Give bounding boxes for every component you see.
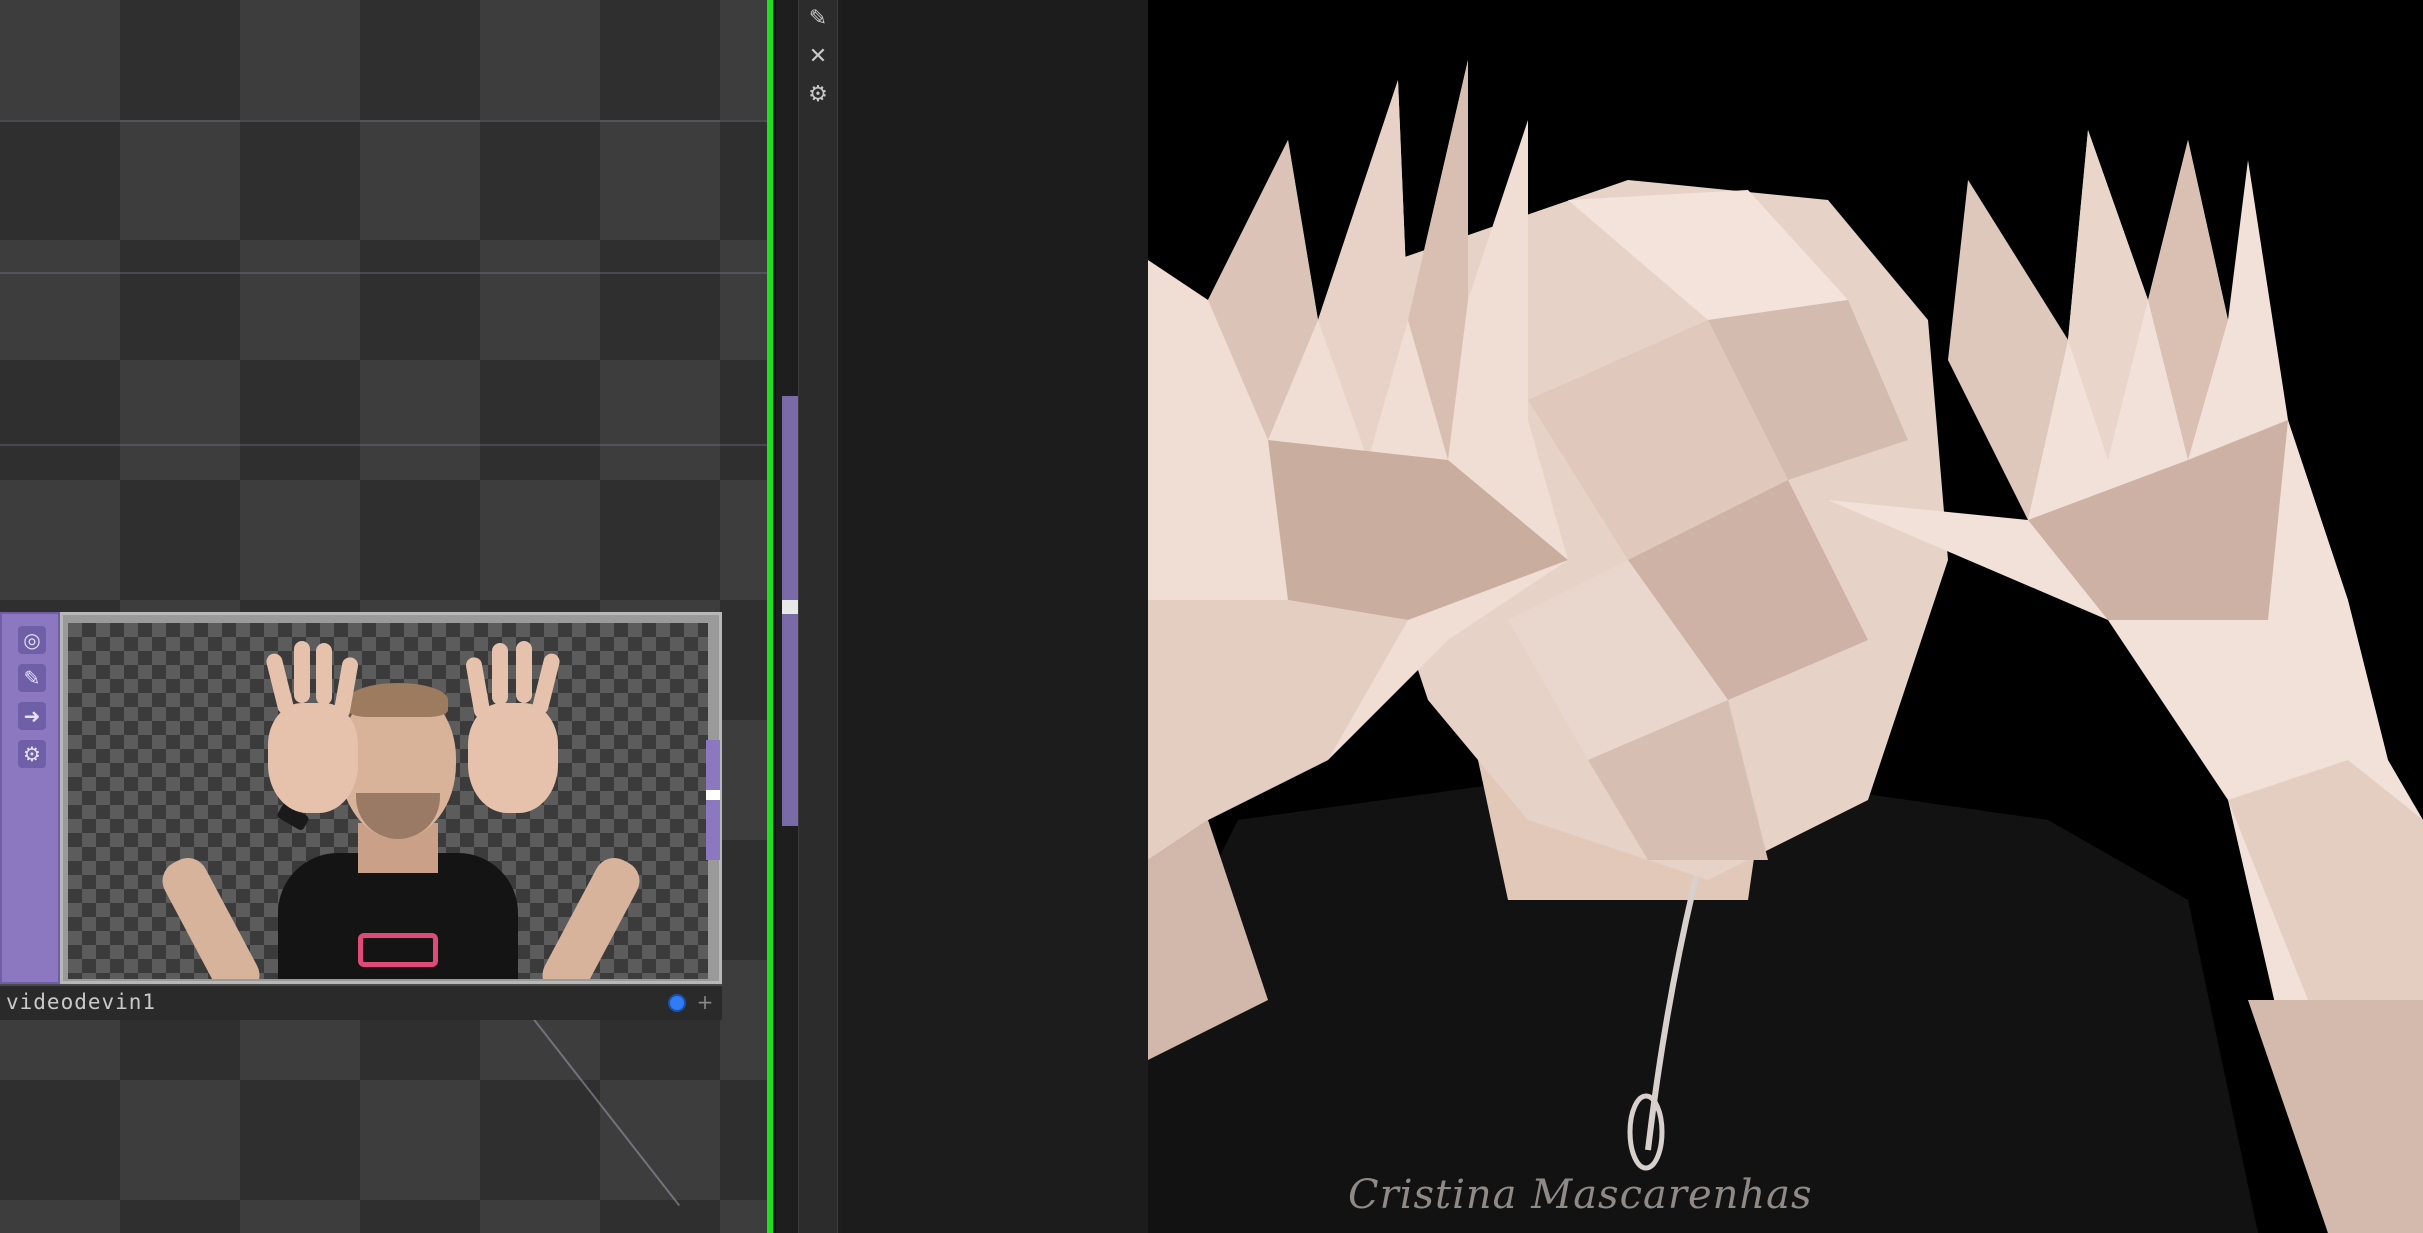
pin-icon[interactable]: ✎	[18, 664, 46, 692]
node-footer: videodevin1 +	[0, 984, 722, 1020]
video-preview	[68, 623, 708, 979]
node-flags-sidebar: ◎ ✎ ➜ ⚙	[0, 612, 60, 984]
close-icon[interactable]: ✕	[805, 42, 831, 72]
active-panel-border	[767, 0, 773, 1233]
empty-panel	[842, 0, 1148, 1233]
node-viewer[interactable]	[60, 612, 722, 984]
bypass-icon[interactable]: ⚙	[18, 740, 46, 768]
viewer-toggle-icon[interactable]: ◎	[18, 626, 46, 654]
network-editor[interactable]: ◎ ✎ ➜ ⚙ videodevin1 +	[0, 0, 770, 1233]
origami-output-image	[1148, 60, 2423, 1233]
node-name-label[interactable]: videodevin1	[6, 990, 156, 1014]
node-output-connector[interactable]	[706, 740, 720, 860]
display-flag-button[interactable]	[668, 994, 686, 1012]
app-window: ◎ ✎ ➜ ⚙ videodevin1 + ✎ ✕ ⚙ Cristina Mas…	[0, 0, 2423, 1233]
videodevin-node[interactable]: ◎ ✎ ➜ ⚙ videodevin1 +	[0, 612, 722, 1020]
grid-line	[0, 272, 770, 274]
grid-line	[0, 444, 770, 446]
node-output-marker	[706, 790, 720, 800]
node-wire	[518, 1000, 681, 1207]
output-viewer: Cristina Mascarenhas	[1148, 0, 2423, 1233]
add-icon[interactable]: +	[694, 990, 716, 1014]
watermark-signature: Cristina Mascarenhas	[1348, 1172, 1813, 1218]
arrow-right-icon[interactable]: ➜	[18, 702, 46, 730]
panel-toolbar: ✎ ✕ ⚙	[798, 0, 838, 1233]
grid-line	[0, 120, 770, 122]
pin-icon[interactable]: ✎	[805, 4, 831, 34]
settings-icon[interactable]: ⚙	[805, 80, 831, 110]
